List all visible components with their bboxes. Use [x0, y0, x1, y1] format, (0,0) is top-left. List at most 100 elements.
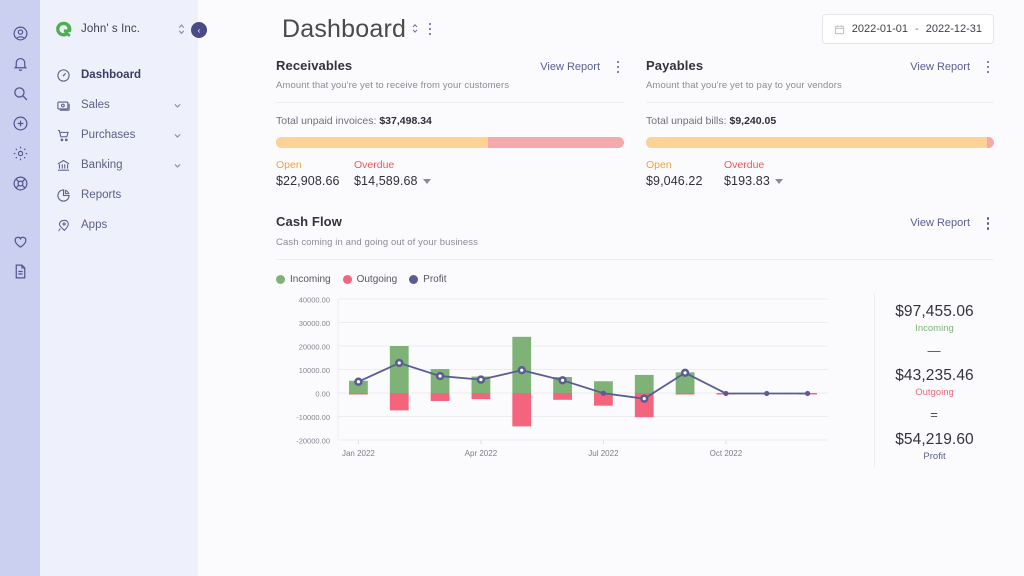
legend-profit[interactable]: Profit	[409, 274, 446, 285]
svg-text:0.00: 0.00	[315, 389, 330, 398]
cashflow-subtitle: Cash coming in and going out of your bus…	[276, 237, 994, 248]
receivables-overdue-value-row[interactable]: $14,589.68	[354, 174, 431, 188]
receivables-open-value: $22,908.66	[276, 174, 354, 188]
sidebar: John' s Inc. ‹ Dashboard Sales	[40, 0, 198, 576]
receivables-subtitle: Amount that you're yet to receive from y…	[276, 80, 624, 91]
top-bar: Dashboard 2022-01-01 - 2022-12-31	[214, 0, 1008, 58]
caret-down-icon[interactable]	[775, 179, 783, 184]
chevron-down-icon	[173, 101, 182, 110]
plus-circle-icon[interactable]	[0, 108, 40, 138]
receivables-overdue-value: $14,589.68	[354, 174, 418, 188]
gear-icon[interactable]	[0, 138, 40, 168]
sidebar-label-dashboard: Dashboard	[81, 69, 182, 81]
sidebar-item-dashboard[interactable]: Dashboard	[50, 60, 188, 90]
summary-profit-value: $54,219.60	[895, 431, 974, 449]
date-from: 2022-01-01	[852, 23, 908, 35]
org-switcher[interactable]: John' s Inc.	[40, 14, 198, 44]
search-icon[interactable]	[0, 78, 40, 108]
payables-progress-open	[646, 137, 987, 148]
receivables-view-report-link[interactable]: View Report	[540, 61, 600, 73]
payables-header: Payables View Report	[646, 58, 994, 73]
summary-cards: Receivables View Report Amount that you'…	[214, 58, 1008, 188]
heart-icon[interactable]	[0, 226, 40, 256]
svg-text:40000.00: 40000.00	[299, 295, 330, 304]
svg-text:Jul 2022: Jul 2022	[588, 449, 619, 458]
summary-incoming-value: $97,455.06	[895, 303, 974, 321]
sidebar-collapse-button[interactable]: ‹	[191, 22, 207, 38]
page-title-group[interactable]: Dashboard	[282, 15, 436, 44]
payables-overdue-value-row[interactable]: $193.83	[724, 174, 783, 188]
icon-rail	[0, 0, 40, 576]
legend-incoming[interactable]: Incoming	[276, 274, 331, 285]
legend-incoming-dot	[276, 275, 285, 284]
receivables-overdue-block: Overdue $14,589.68	[354, 159, 431, 188]
payables-open-block: Open $9,046.22	[646, 159, 724, 188]
sales-icon	[56, 98, 71, 113]
cashflow-view-report-link[interactable]: View Report	[910, 217, 970, 229]
payables-kebab-icon[interactable]	[982, 61, 994, 74]
sidebar-item-sales[interactable]: Sales	[50, 90, 188, 120]
payables-title: Payables	[646, 58, 703, 73]
apps-icon	[56, 218, 71, 233]
sidebar-item-purchases[interactable]: Purchases	[50, 120, 188, 150]
reports-icon	[56, 188, 71, 203]
page-options-kebab-icon[interactable]	[424, 23, 436, 36]
calendar-icon	[834, 24, 845, 35]
svg-text:30000.00: 30000.00	[299, 319, 330, 328]
user-circle-icon[interactable]	[0, 18, 40, 48]
cashflow-divider	[276, 259, 994, 260]
summary-incoming-label: Incoming	[915, 323, 954, 334]
date-separator: -	[915, 23, 919, 35]
payables-overdue-value: $193.83	[724, 174, 770, 188]
payables-overdue-label: Overdue	[724, 159, 783, 171]
summary-profit-label: Profit	[923, 451, 945, 462]
payables-open-value: $9,046.22	[646, 174, 724, 188]
dashboard-icon	[56, 68, 71, 83]
receivables-progress-open	[276, 137, 488, 148]
summary-minus-operator: —	[928, 343, 942, 358]
receivables-kebab-icon[interactable]	[612, 61, 624, 74]
svg-text:Oct 2022: Oct 2022	[710, 449, 743, 458]
chevron-down-icon	[173, 161, 182, 170]
caret-down-icon[interactable]	[423, 179, 431, 184]
sidebar-item-banking[interactable]: Banking	[50, 150, 188, 180]
sidebar-label-apps: Apps	[81, 219, 182, 231]
bell-icon[interactable]	[0, 48, 40, 78]
receivables-progress-bar	[276, 137, 624, 148]
page-switch-icon[interactable]	[411, 22, 419, 36]
payables-overdue-block: Overdue $193.83	[724, 159, 783, 188]
receivables-total: Total unpaid invoices: $37,498.34	[276, 115, 624, 127]
receivables-total-label: Total unpaid invoices:	[276, 115, 376, 127]
date-to: 2022-12-31	[926, 23, 982, 35]
payables-total: Total unpaid bills: $9,240.05	[646, 115, 994, 127]
payables-open-label: Open	[646, 159, 724, 171]
cashflow-chart[interactable]: 40000.0030000.0020000.0010000.000.00-100…	[276, 293, 874, 468]
legend-profit-dot	[409, 275, 418, 284]
sidebar-nav: Dashboard Sales Purchases	[40, 60, 198, 240]
receivables-total-value: $37,498.34	[379, 115, 432, 127]
life-ring-icon[interactable]	[0, 168, 40, 198]
receivables-overdue-label: Overdue	[354, 159, 431, 171]
payables-view-report-link[interactable]: View Report	[910, 61, 970, 73]
payables-total-label: Total unpaid bills:	[646, 115, 727, 127]
receivables-actions: View Report	[540, 61, 624, 74]
receivables-open-block: Open $22,908.66	[276, 159, 354, 188]
receivables-header: Receivables View Report	[276, 58, 624, 73]
sidebar-item-reports[interactable]: Reports	[50, 180, 188, 210]
svg-text:-20000.00: -20000.00	[296, 436, 330, 445]
purchases-icon	[56, 128, 71, 143]
legend-incoming-label: Incoming	[290, 274, 331, 285]
payables-progress-bar	[646, 137, 994, 148]
legend-outgoing[interactable]: Outgoing	[343, 274, 398, 285]
receivables-title: Receivables	[276, 58, 352, 73]
summary-outgoing-label: Outgoing	[915, 387, 954, 398]
org-switch-icon	[177, 22, 186, 36]
cashflow-kebab-icon[interactable]	[982, 217, 994, 230]
receivables-open-label: Open	[276, 159, 354, 171]
date-range-picker[interactable]: 2022-01-01 - 2022-12-31	[822, 14, 994, 44]
document-icon[interactable]	[0, 256, 40, 286]
page-title: Dashboard	[282, 15, 406, 44]
svg-text:10000.00: 10000.00	[299, 366, 330, 375]
sidebar-item-apps[interactable]: Apps	[50, 210, 188, 240]
sidebar-label-purchases: Purchases	[81, 129, 163, 141]
